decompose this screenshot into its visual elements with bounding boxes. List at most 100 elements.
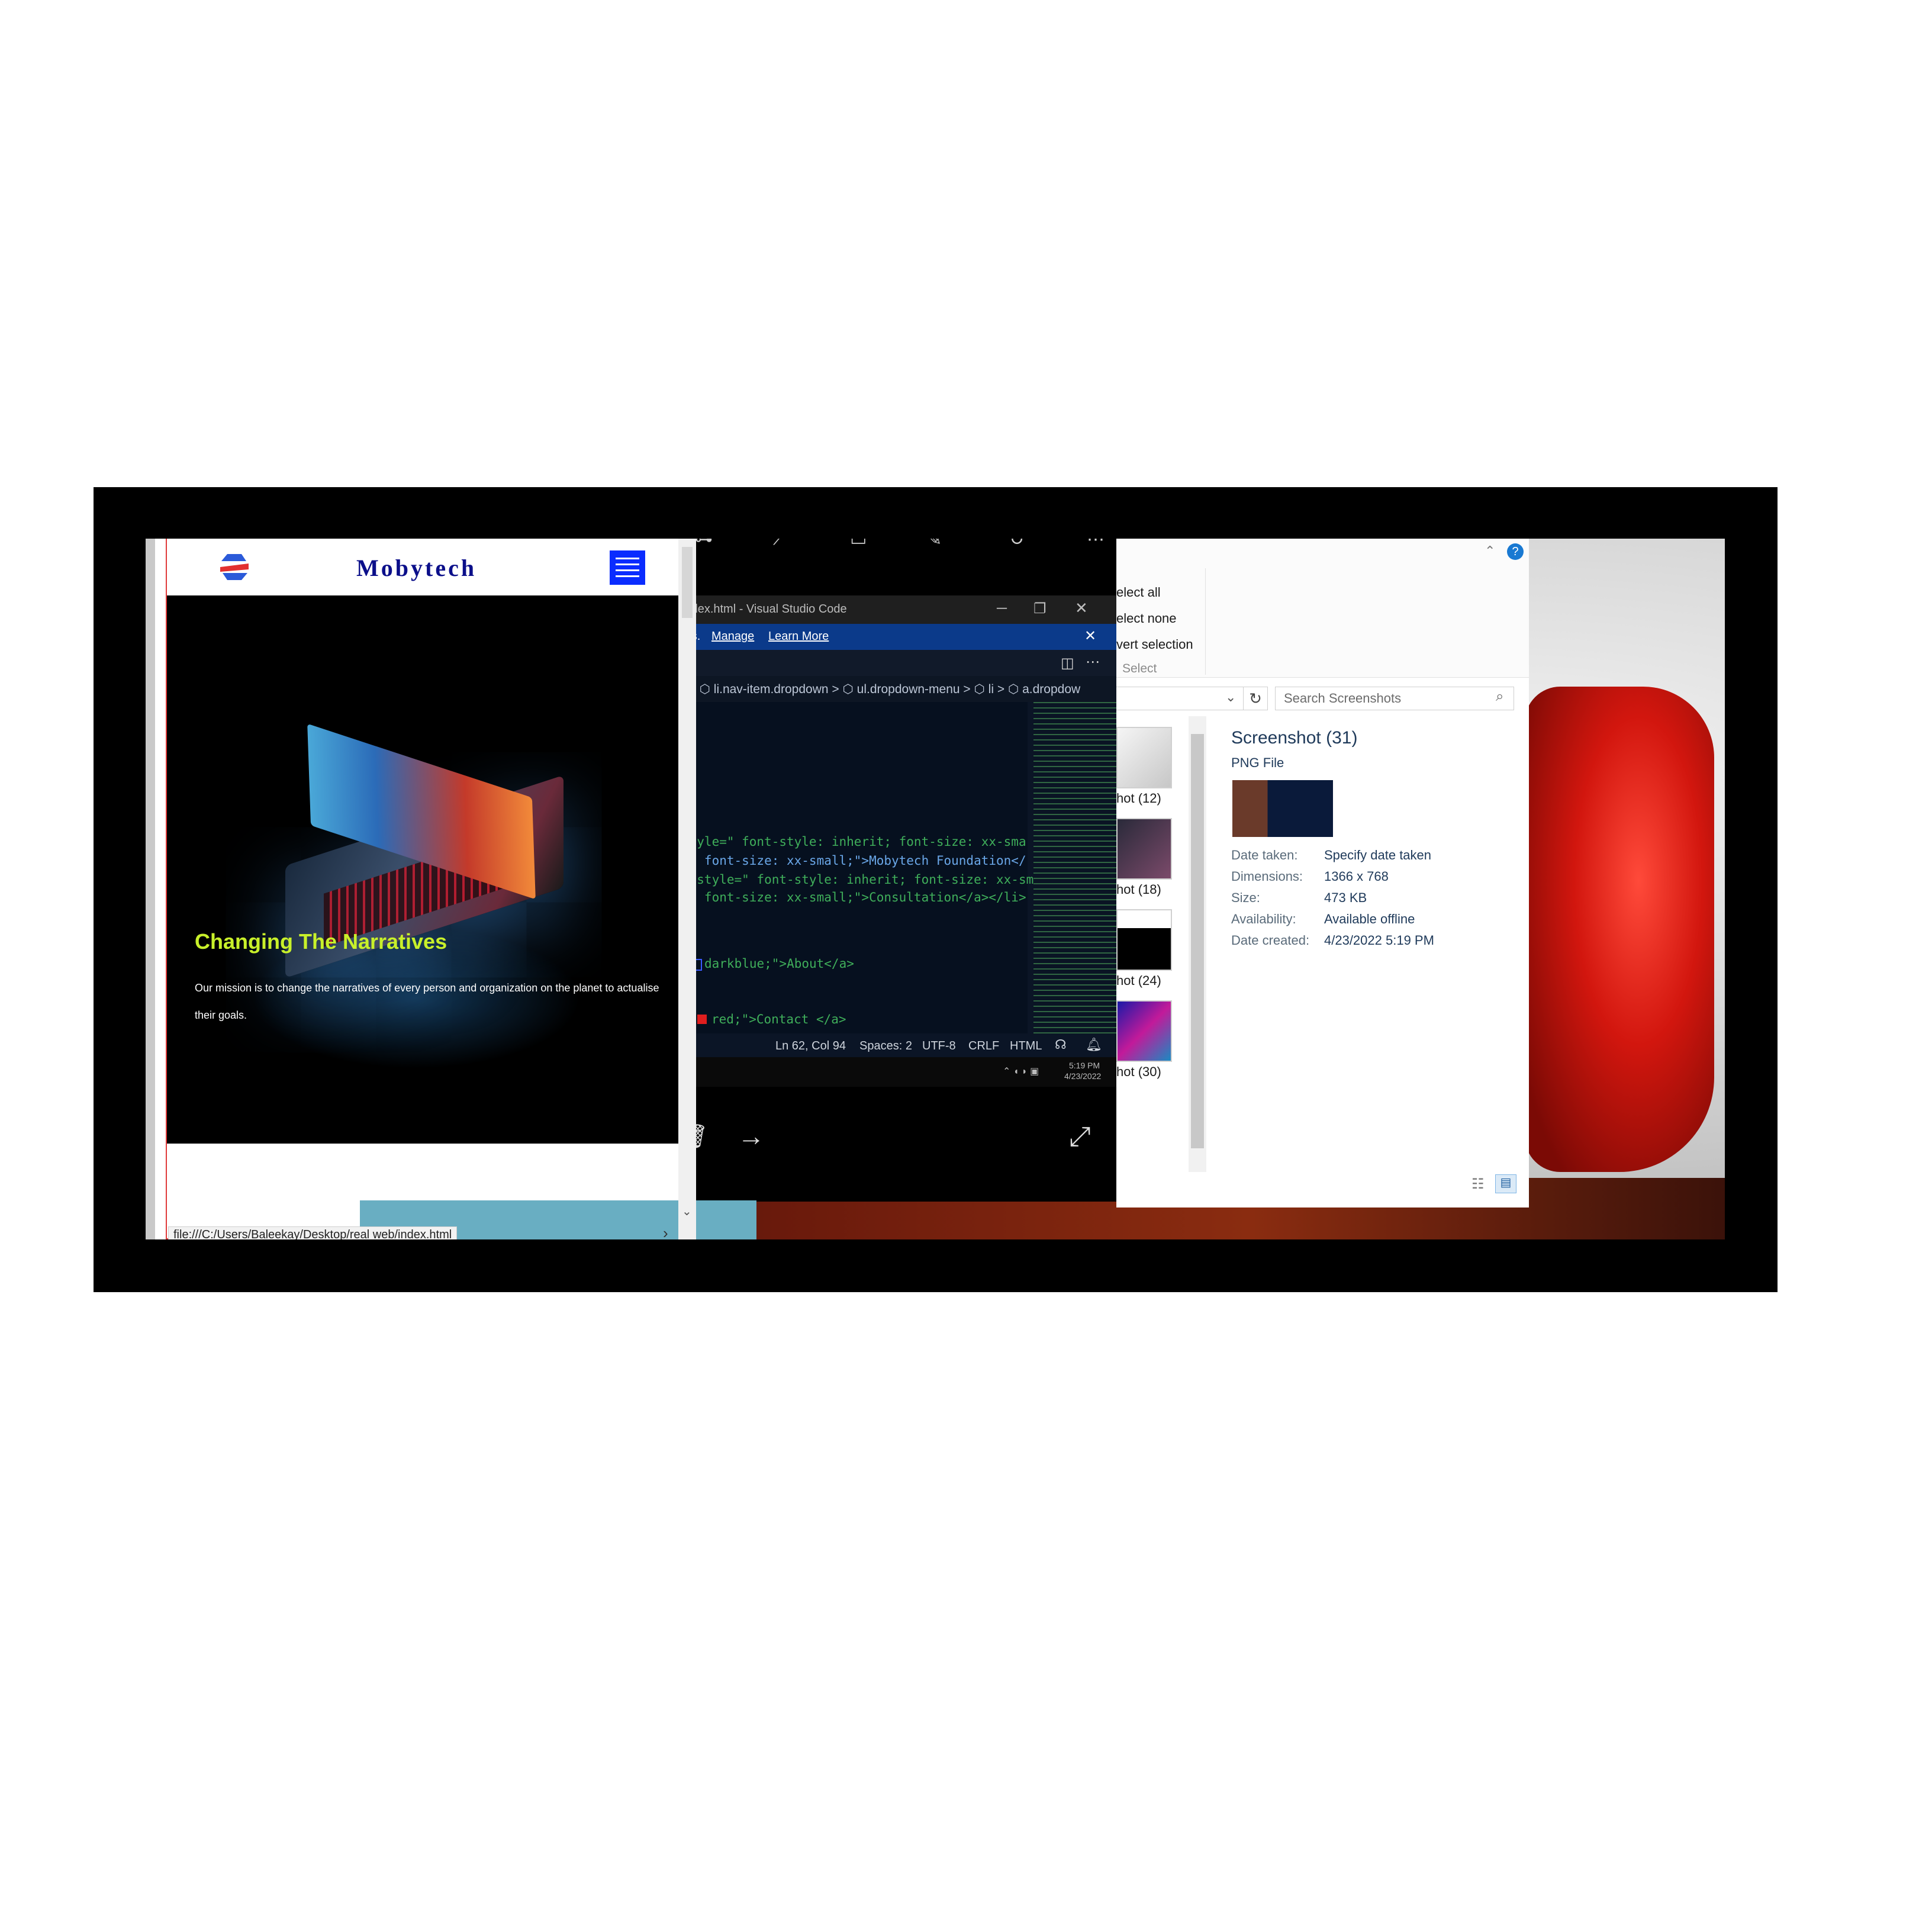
more-icon[interactable]: ⋯	[1087, 539, 1105, 550]
status-url: file:///C:/Users/Baleekay/Desktop/real w…	[168, 1226, 458, 1239]
file-name[interactable]: hot (30)	[1116, 1064, 1161, 1080]
code-line: t; font-size: xx-small;">Consultation</a…	[682, 890, 1026, 904]
code-line: darkblue;">About</a>	[704, 957, 854, 971]
fullscreen-icon[interactable]: ⤢	[1069, 1120, 1091, 1153]
refresh-icon[interactable]: ↻	[1243, 687, 1268, 710]
code-line: style=" font-style: inherit; font-size: …	[682, 835, 1026, 849]
notification-close-icon[interactable]: ✕	[1084, 627, 1096, 645]
detail-label: Date created:	[1231, 933, 1310, 948]
tray-date: 4/23/2022	[1064, 1071, 1102, 1081]
address-bar[interactable]: ⌄	[1116, 687, 1244, 710]
bell-icon[interactable]: 🔔︎	[1086, 1037, 1102, 1052]
indentation[interactable]: Spaces: 2	[859, 1039, 912, 1053]
file-thumbnail[interactable]	[1116, 818, 1172, 880]
taskbar-tray: ⌃ ◖ ◗ ▣ 5:19 PM 4/23/2022	[678, 1057, 1116, 1087]
rotate-icon[interactable]: ↺	[1010, 539, 1025, 550]
vscode-editor-actions: ◫ ⋯	[678, 650, 1116, 676]
scroll-down-icon[interactable]: ⌄	[682, 1204, 692, 1219]
share-icon[interactable]: ⊶	[695, 539, 713, 550]
site-brand[interactable]: Mobytech	[356, 554, 476, 582]
hamburger-line	[616, 564, 639, 565]
next-arrow-icon[interactable]: →	[738, 1120, 765, 1152]
hero-text: Our mission is to change the narratives …	[195, 982, 659, 1021]
more-actions-icon[interactable]: ⋯	[1086, 653, 1100, 671]
explorer-nav-row: ⌄ ↻ Search Screenshots ⌕	[1116, 681, 1529, 714]
close-icon[interactable]: ✕	[1075, 599, 1088, 617]
cursor-position[interactable]: Ln 62, Col 94	[775, 1039, 846, 1053]
manage-link[interactable]: Manage	[711, 630, 754, 643]
tray-icons: ⌃ ◖ ◗ ▣	[1003, 1067, 1039, 1077]
code-line: ' style=" font-style: inherit; font-size…	[682, 872, 1034, 887]
hamburger-line	[616, 569, 639, 571]
help-icon[interactable]: ?	[1507, 543, 1524, 560]
details-view-icon[interactable]: ☷	[1471, 1176, 1485, 1193]
search-icon[interactable]: ⌕	[1496, 688, 1503, 705]
file-explorer-window: ⌃ ? elect all elect none vert selection …	[1116, 539, 1529, 1208]
file-title: Screenshot (31)	[1231, 728, 1358, 748]
detail-value: Available offline	[1324, 912, 1415, 926]
code-editor[interactable]: style=" font-style: inherit; font-size: …	[678, 702, 1033, 1033]
search-placeholder: Search Screenshots	[1284, 691, 1402, 706]
detail-value: 1366 x 768	[1324, 869, 1389, 884]
detail-label: Date taken:	[1231, 848, 1298, 862]
chevron-down-icon[interactable]: ⌄	[1225, 690, 1236, 705]
learn-more-link[interactable]: Learn More	[768, 630, 829, 643]
file-name[interactable]: hot (18)	[1116, 882, 1161, 897]
detail-value: 4/23/2022 5:19 PM	[1324, 933, 1434, 948]
file-thumbnail[interactable]	[1116, 909, 1172, 971]
file-name[interactable]: hot (12)	[1116, 791, 1161, 806]
language-mode[interactable]: HTML	[1010, 1039, 1042, 1053]
preview-view-icon[interactable]: ▤	[1495, 1174, 1516, 1193]
detail-label: Availability:	[1231, 912, 1296, 926]
explorer-ribbon: ⌃ ? elect all elect none vert selection …	[1116, 539, 1529, 678]
browser-window: Mobytech Changing The Narratives Our mis…	[146, 539, 756, 1239]
file-list-scrollbar[interactable]	[1189, 716, 1206, 1172]
color-swatch-icon	[697, 1015, 707, 1024]
restore-icon[interactable]: ❐	[1033, 600, 1046, 617]
minimap[interactable]	[1033, 702, 1116, 1033]
encoding[interactable]: UTF-8	[922, 1039, 956, 1053]
vscode-notification-bar: res. Manage Learn More ✕	[678, 624, 1116, 650]
hamburger-line	[616, 575, 639, 577]
hamburger-menu-icon[interactable]	[610, 550, 645, 585]
logo-icon[interactable]	[217, 549, 252, 585]
minimize-icon[interactable]: ─	[997, 600, 1007, 617]
code-line: t; font-size: xx-small;">Mobytech Founda…	[682, 854, 1026, 868]
line-ending[interactable]: CRLF	[968, 1039, 999, 1053]
hero-title: Changing The Narratives	[195, 929, 447, 954]
detail-value[interactable]: Specify date taken	[1324, 848, 1431, 863]
chevron-right-icon[interactable]: ›	[663, 1224, 668, 1239]
detail-value: 473 KB	[1324, 890, 1367, 905]
scrollbar-thumb[interactable]	[1191, 734, 1204, 1148]
detail-label: Dimensions:	[1231, 869, 1303, 884]
search-input[interactable]: Search Screenshots ⌕	[1275, 687, 1514, 710]
desktop-screen: ⊶ ⟋ ▭ ✎ ↺ ⋯ index.html - Visual Studio C…	[146, 539, 1725, 1239]
crop-icon[interactable]: ▭	[850, 539, 867, 550]
browser-scrollbar[interactable]: ⌄	[678, 539, 696, 1239]
select-all-button[interactable]: elect all	[1116, 585, 1161, 600]
breadcrumb-text: 0 > ⬡ li.nav-item.dropdown > ⬡ ul.dropdo…	[678, 682, 1081, 696]
file-name[interactable]: hot (24)	[1116, 973, 1161, 988]
scrollbar-thumb[interactable]	[682, 547, 693, 618]
details-pane: Screenshot (31) PNG File Date taken: Spe…	[1231, 728, 1515, 977]
ribbon-divider	[1205, 568, 1206, 675]
photo-viewer-footer: 🗑︎ → ⤢	[678, 1087, 1116, 1202]
edit-icon[interactable]: ⟋	[773, 539, 785, 549]
invert-selection-button[interactable]: vert selection	[1116, 637, 1193, 652]
breadcrumb[interactable]: 0 > ⬡ li.nav-item.dropdown > ⬡ ul.dropdo…	[678, 676, 1116, 702]
vscode-titlebar: index.html - Visual Studio Code ─ ❐ ✕	[678, 595, 1116, 624]
feedback-icon[interactable]: ☊	[1055, 1037, 1067, 1052]
hero-section: Changing The Narratives Our mission is t…	[167, 595, 678, 1144]
vscode-status-bar: Ln 62, Col 94 Spaces: 2 UTF-8 CRLF HTML …	[678, 1033, 1116, 1057]
vscode-screenshot: index.html - Visual Studio Code ─ ❐ ✕ re…	[678, 595, 1116, 1087]
file-thumbnail[interactable]	[1116, 1000, 1172, 1062]
draw-icon[interactable]: ✎	[927, 539, 942, 550]
hamburger-line	[616, 558, 639, 559]
wallpaper-car	[1525, 687, 1714, 1172]
preview-image	[1232, 780, 1333, 837]
split-editor-icon[interactable]: ◫	[1061, 655, 1074, 672]
select-none-button[interactable]: elect none	[1116, 611, 1177, 626]
collapse-ribbon-icon[interactable]: ⌃	[1485, 543, 1495, 559]
file-thumbnail[interactable]	[1116, 727, 1172, 788]
code-line: red;">Contact </a>	[711, 1012, 846, 1026]
